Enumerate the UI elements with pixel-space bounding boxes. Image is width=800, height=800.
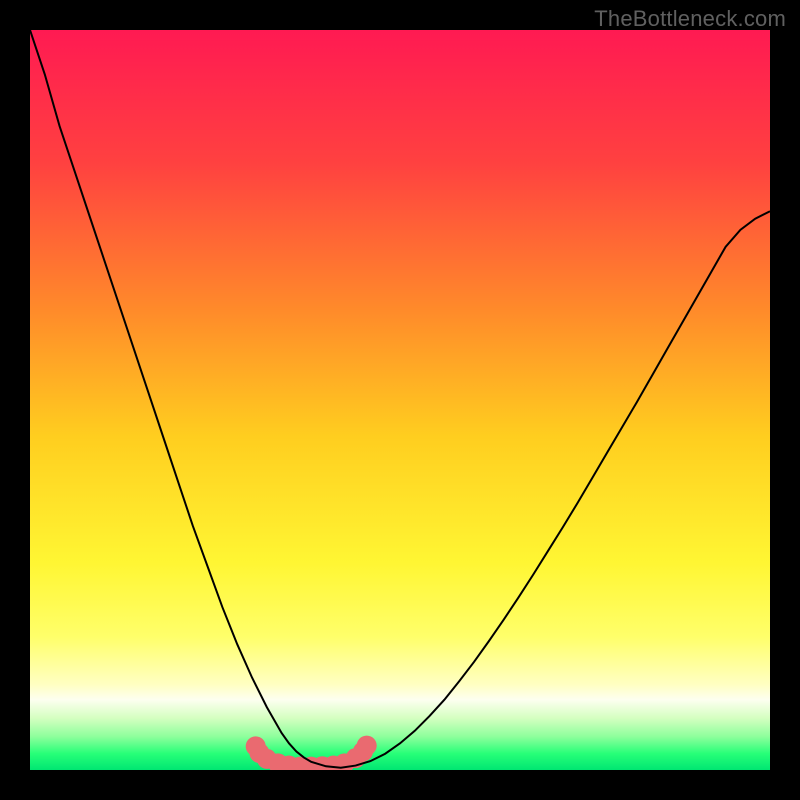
watermark-text: TheBottleneck.com (594, 6, 786, 32)
chart-frame: TheBottleneck.com (0, 0, 800, 800)
curve-layer (30, 30, 770, 770)
plot-area (30, 30, 770, 770)
curve-marker (357, 736, 377, 756)
bottleneck-curve (30, 30, 770, 768)
